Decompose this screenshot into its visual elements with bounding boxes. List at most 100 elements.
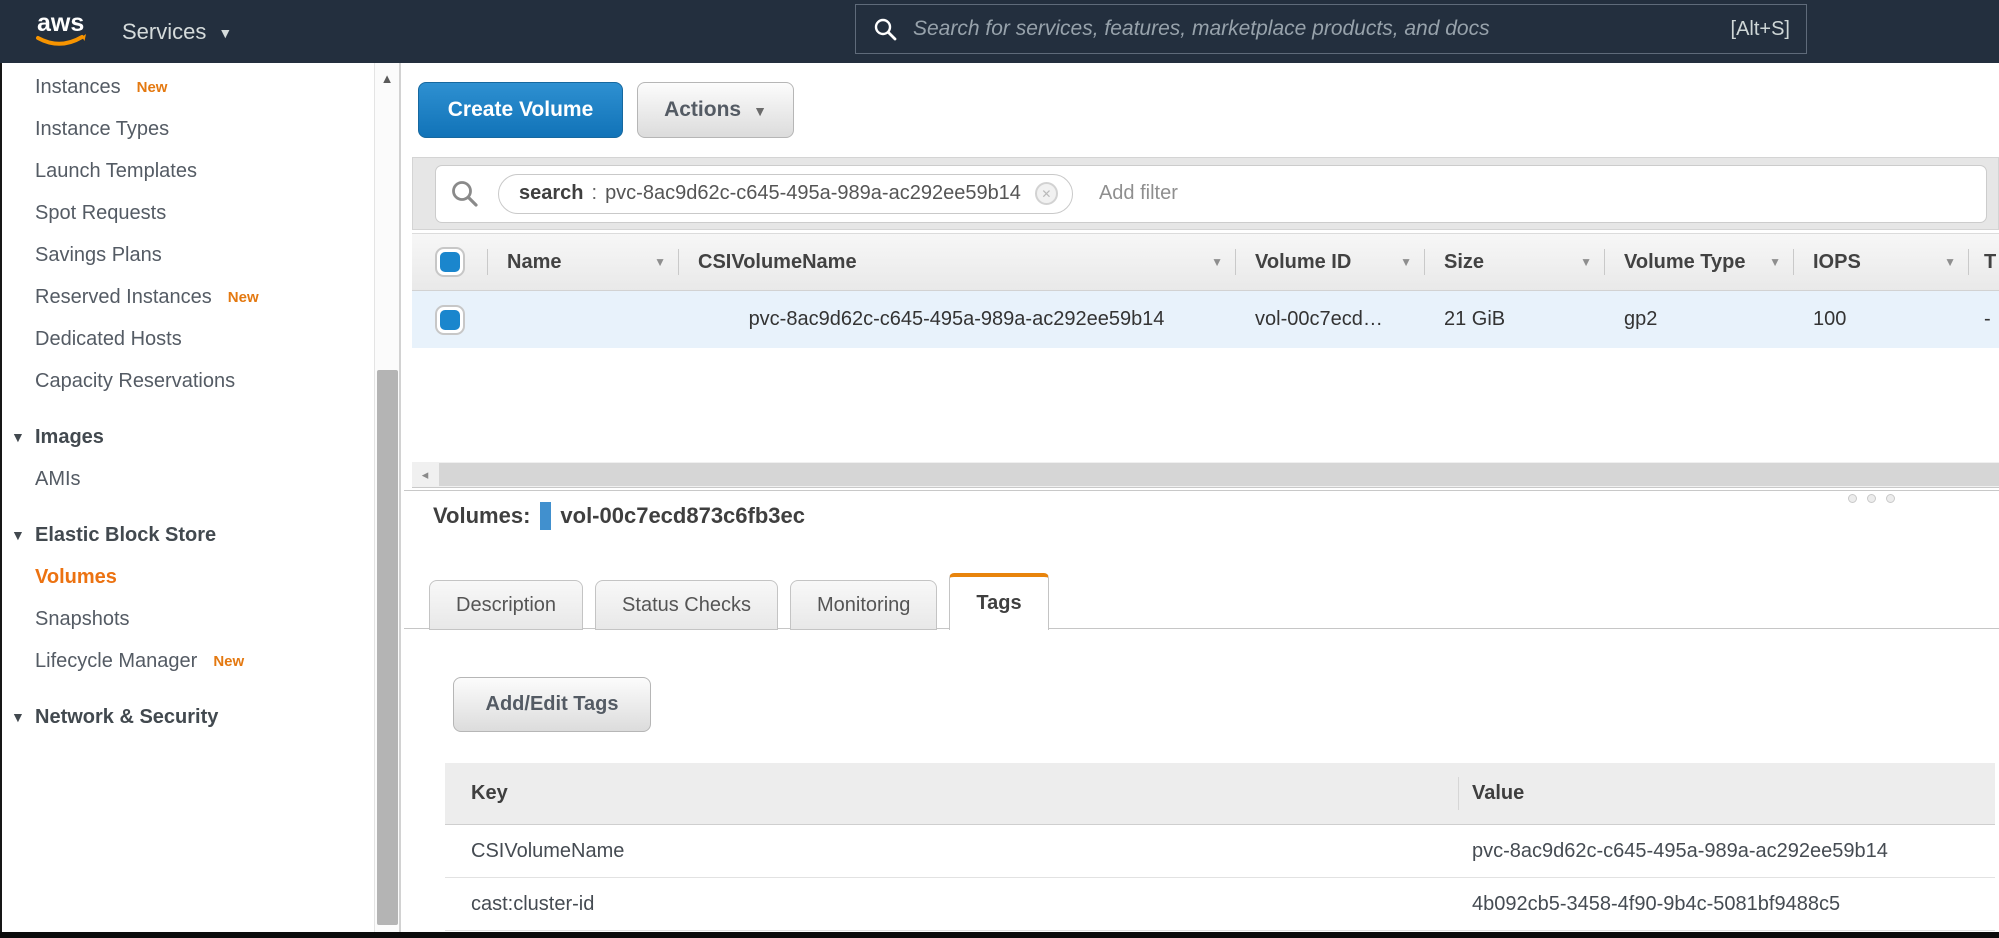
filter-search-field[interactable]: search : pvc-8ac9d62c-c645-495a-989a-ac2…	[435, 165, 1987, 223]
services-menu[interactable]: Services ▼	[122, 0, 232, 63]
sidebar-item-spot-requests[interactable]: Spot Requests	[2, 192, 374, 234]
triangle-down-icon: ▼	[11, 709, 35, 725]
global-search-input[interactable]	[913, 17, 1731, 41]
cell-csivolumename: pvc-8ac9d62c-c645-495a-989a-ac292ee59b14	[678, 291, 1235, 348]
selected-volume-id: vol-00c7ecd873c6fb3ec	[560, 503, 805, 529]
sidebar-item-savings-plans[interactable]: Savings Plans	[2, 234, 374, 276]
sort-icon[interactable]: ▼	[1769, 255, 1781, 269]
sidebar-item-capacity-reservations[interactable]: Capacity Reservations	[2, 360, 374, 402]
tab-description[interactable]: Description	[429, 580, 583, 630]
details-panel-title: Volumes: vol-00c7ecd873c6fb3ec	[433, 500, 805, 532]
panel-splitter	[404, 490, 1999, 491]
filter-key: search	[519, 182, 584, 205]
horizontal-scrollbar-thumb[interactable]	[439, 463, 1999, 486]
sidebar-item-dedicated-hosts[interactable]: Dedicated Hosts	[2, 318, 374, 360]
header-cell-iops[interactable]: IOPS ▼	[1793, 234, 1968, 290]
actions-button[interactable]: Actions ▼	[637, 82, 794, 138]
scroll-left-arrow-icon[interactable]: ◂	[412, 462, 438, 487]
volumes-table-header: Name ▼ CSIVolumeName ▼ Volume ID ▼ Size …	[412, 233, 1999, 291]
sidebar-item-reserved-instances[interactable]: Reserved Instances New	[2, 276, 374, 318]
header-cell-throughput-truncated[interactable]: T	[1968, 234, 1999, 290]
sidebar-item-instance-types[interactable]: Instance Types	[2, 108, 374, 150]
splitter-drag-handle[interactable]	[1848, 494, 1895, 503]
selection-indicator	[540, 502, 551, 530]
sidebar-section-network-security[interactable]: ▼ Network & Security	[2, 696, 374, 738]
details-tabs: Description Status Checks Monitoring Tag…	[429, 573, 1049, 630]
horizontal-scrollbar[interactable]: ◂	[412, 462, 1999, 488]
cell-volume-id: vol-00c7ecd…	[1235, 291, 1424, 348]
chevron-down-icon: ▼	[218, 22, 232, 41]
search-icon	[450, 179, 480, 209]
chevron-down-icon: ▼	[753, 101, 767, 119]
header-cell-name[interactable]: Name ▼	[487, 234, 678, 290]
sidebar-item-launch-templates[interactable]: Launch Templates	[2, 150, 374, 192]
aws-console-screen: aws Services ▼ [Alt+S] Instances New Ins…	[0, 0, 1999, 938]
triangle-down-icon: ▼	[11, 429, 35, 445]
ec2-sidebar: Instances New Instance Types Launch Temp…	[2, 63, 374, 932]
cell-volume-type: gp2	[1604, 291, 1793, 348]
tag-value: 4b092cb5-3458-4f90-9b4c-5081bf9488c5	[1458, 878, 1995, 930]
sidebar-section-elastic-block-store[interactable]: ▼ Elastic Block Store	[2, 514, 374, 556]
sidebar-item-snapshots[interactable]: Snapshots	[2, 598, 374, 640]
tag-row: CSIVolumeName pvc-8ac9d62c-c645-495a-989…	[445, 825, 1995, 878]
select-all-checkbox[interactable]	[435, 247, 465, 277]
sort-icon[interactable]: ▼	[1400, 255, 1412, 269]
sidebar-divider	[399, 63, 401, 932]
header-cell-checkbox	[412, 234, 487, 290]
sort-icon[interactable]: ▼	[654, 255, 666, 269]
add-filter-button[interactable]: Add filter	[1099, 182, 1178, 205]
add-edit-tags-button[interactable]: Add/Edit Tags	[453, 677, 651, 732]
new-badge: New	[228, 289, 259, 306]
row-checkbox[interactable]	[435, 305, 465, 335]
tab-monitoring[interactable]: Monitoring	[790, 580, 937, 630]
svg-text:aws: aws	[37, 9, 84, 37]
global-search-box[interactable]: [Alt+S]	[855, 4, 1807, 54]
volumes-table: Name ▼ CSIVolumeName ▼ Volume ID ▼ Size …	[412, 233, 1999, 348]
main-content: Create Volume Actions ▼ search : pvc-8ac…	[404, 63, 1999, 932]
cell-size: 21 GiB	[1424, 291, 1604, 348]
sidebar-item-amis[interactable]: AMIs	[2, 458, 374, 500]
sort-icon[interactable]: ▼	[1944, 255, 1956, 269]
screenshot-left-edge	[0, 63, 2, 938]
sort-icon[interactable]: ▼	[1211, 255, 1223, 269]
header-cell-csivolumename[interactable]: CSIVolumeName ▼	[678, 234, 1235, 290]
tag-key: CSIVolumeName	[445, 825, 1458, 877]
header-cell-size[interactable]: Size ▼	[1424, 234, 1604, 290]
search-icon	[872, 16, 898, 42]
header-cell-volume-type[interactable]: Volume Type ▼	[1604, 234, 1793, 290]
remove-filter-icon[interactable]: ✕	[1035, 182, 1058, 205]
sidebar-section-images[interactable]: ▼ Images	[2, 416, 374, 458]
scroll-up-arrow-icon[interactable]: ▲	[375, 71, 399, 86]
tag-key: cast:cluster-id	[445, 878, 1458, 930]
tag-row: cast:cluster-id 4b092cb5-3458-4f90-9b4c-…	[445, 878, 1995, 931]
top-navbar: aws Services ▼ [Alt+S]	[0, 0, 1999, 63]
tab-status-checks[interactable]: Status Checks	[595, 580, 778, 630]
tags-table: Key Value CSIVolumeName pvc-8ac9d62c-c64…	[445, 763, 1995, 931]
filter-value: pvc-8ac9d62c-c645-495a-989a-ac292ee59b14	[605, 182, 1021, 205]
cell-name	[487, 291, 678, 348]
sidebar-scrollbar-thumb[interactable]	[377, 370, 398, 925]
active-filter-tag[interactable]: search : pvc-8ac9d62c-c645-495a-989a-ac2…	[498, 174, 1073, 214]
sidebar-item-lifecycle-manager[interactable]: Lifecycle Manager New	[2, 640, 374, 682]
sidebar-item-instances[interactable]: Instances New	[2, 66, 374, 108]
tags-header-value: Value	[1458, 763, 1995, 824]
screenshot-bottom-edge	[0, 932, 1999, 938]
aws-logo-icon[interactable]: aws	[33, 7, 91, 51]
header-cell-volume-id[interactable]: Volume ID ▼	[1235, 234, 1424, 290]
new-badge: New	[213, 653, 244, 670]
sidebar-item-volumes[interactable]: Volumes	[2, 556, 374, 598]
cell-iops: 100	[1793, 291, 1968, 348]
cell-throughput: -	[1968, 291, 1999, 348]
create-volume-button[interactable]: Create Volume	[418, 82, 623, 138]
sidebar-scrollbar[interactable]: ▲	[374, 63, 399, 932]
tab-tags[interactable]: Tags	[949, 573, 1048, 630]
volume-table-row-selected[interactable]: pvc-8ac9d62c-c645-495a-989a-ac292ee59b14…	[412, 291, 1999, 348]
search-shortcut-hint: [Alt+S]	[1731, 18, 1790, 41]
services-label: Services	[122, 19, 206, 45]
filter-bar: search : pvc-8ac9d62c-c645-495a-989a-ac2…	[412, 157, 1999, 230]
tags-header-key: Key	[445, 763, 1458, 824]
triangle-down-icon: ▼	[11, 527, 35, 543]
sort-icon[interactable]: ▼	[1580, 255, 1592, 269]
tags-table-header: Key Value	[445, 763, 1995, 825]
tag-value: pvc-8ac9d62c-c645-495a-989a-ac292ee59b14	[1458, 825, 1995, 877]
